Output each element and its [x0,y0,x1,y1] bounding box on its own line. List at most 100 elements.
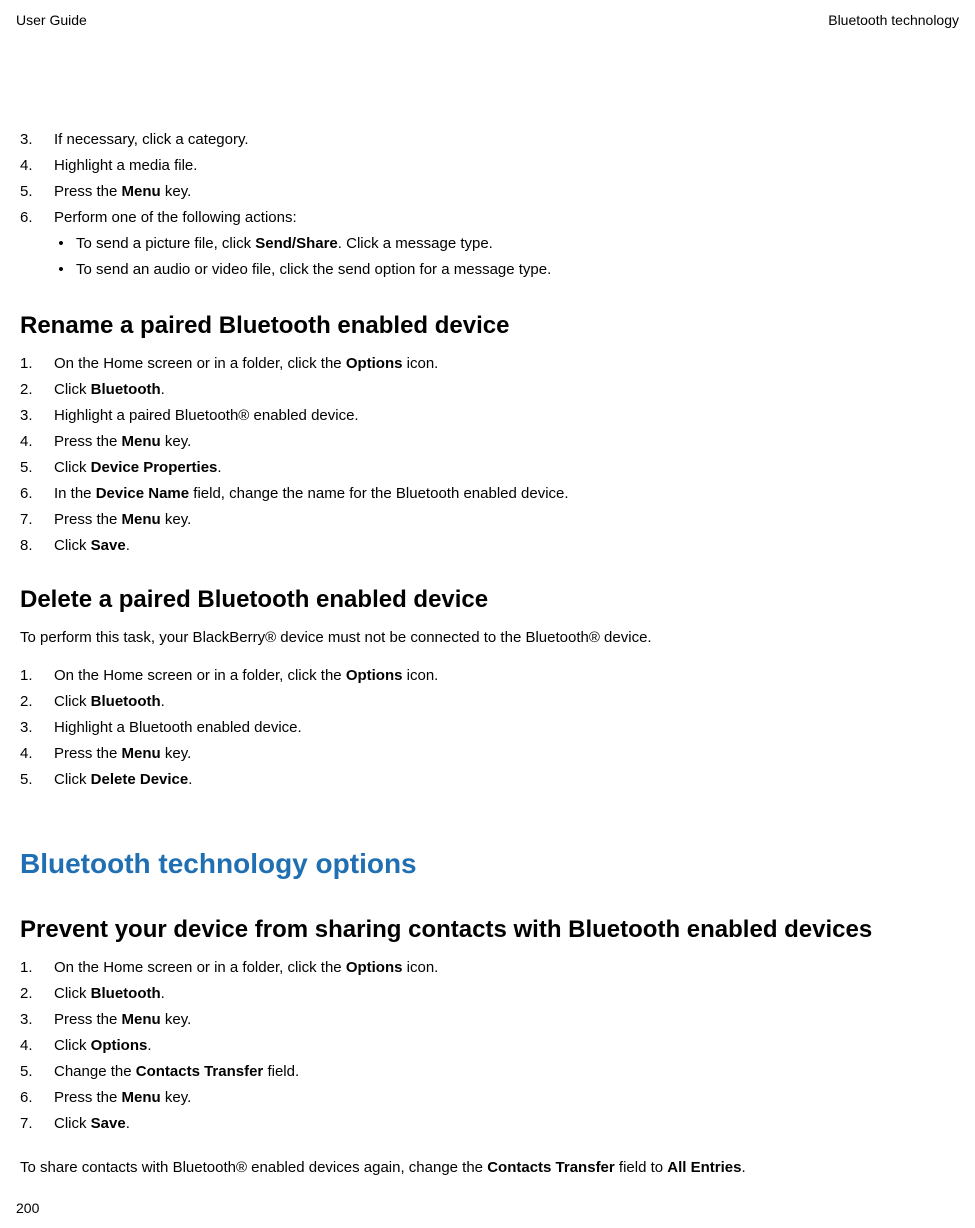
list-item-content: Highlight a media file. [42,154,955,178]
bold-term: Menu [122,1011,161,1028]
bold-term: All Entries [667,1159,741,1176]
list-item: 7.Click Save. [20,1112,955,1136]
header-right: Bluetooth technology [828,12,959,28]
text-run: key. [161,433,192,450]
section1-heading: Rename a paired Bluetooth enabled device [20,312,955,340]
list-item-text: Click Options. [54,1034,955,1058]
text-run: Press the [54,1089,122,1106]
text-run: Highlight a paired Bluetooth® enabled de… [54,407,359,424]
bold-term: Bluetooth [91,693,161,710]
list-item: 2. Click Bluetooth. [20,982,955,1006]
page-number: 200 [16,1200,39,1216]
list-item: 4.Click Options. [20,1034,955,1058]
list-item: 3. Highlight a paired Bluetooth® enabled … [20,404,955,428]
list-item: 4.Press the Menu key. [20,430,955,454]
list-number: 1. [20,664,42,688]
section2-heading: Delete a paired Bluetooth enabled device [20,586,955,614]
text-run: Click [54,771,91,788]
section3-outro: To share contacts with Bluetooth® enable… [20,1156,955,1180]
text-run: . [161,381,165,398]
list-item: 6.In the Device Name field, change the n… [20,482,955,506]
list-number: 5. [20,180,42,204]
bold-term: Device Name [96,485,189,502]
header-left: User Guide [16,12,87,28]
text-run: icon. [402,355,438,372]
list-number: 2. [20,378,42,402]
bold-term: Menu [122,183,161,200]
list-item-content: On the Home screen or in a folder, click… [42,956,955,980]
bold-term: Menu [122,511,161,528]
text-run: To send an audio or video file, click th… [76,261,551,278]
list-number: 3. [20,716,42,740]
list-item: 5.Click Device Properties. [20,456,955,480]
list-item-content: Press the Menu key. [42,508,955,532]
bullet-text: To send an audio or video file, click th… [68,258,551,282]
text-run: . [188,771,192,788]
bold-term: Options [91,1037,148,1054]
text-run: Highlight a Bluetooth enabled device. [54,719,302,736]
bullet-item: • To send a picture file, click Send/Shar… [54,232,955,256]
list-item-content: Press the Menu key. [42,180,955,204]
list-item-text: Click Device Properties. [54,456,955,480]
bold-term: Send/Share [255,235,338,252]
list-item-text: Press the Menu key. [54,508,955,532]
list-item: 1. On the Home screen or in a folder, cli… [20,956,955,980]
text-run: On the Home screen or in a folder, click… [54,667,346,684]
text-run: In the [54,485,96,502]
list-item-content: If necessary, click a category. [42,128,955,152]
bold-term: Save [91,537,126,554]
list-number: 4. [20,154,42,178]
list-item-content: Click Bluetooth. [42,982,955,1006]
list-number: 3. [20,1008,42,1032]
list-number: 1. [20,956,42,980]
list-number: 1. [20,352,42,376]
bullet-item: • To send an audio or video file, click t… [54,258,955,282]
text-run: On the Home screen or in a folder, click… [54,355,346,372]
major-section-title: Bluetooth technology options [20,848,955,880]
bold-term: Menu [122,745,161,762]
list-number: 2. [20,690,42,714]
text-run: Click [54,693,91,710]
list-item-text: Click Save. [54,1112,955,1136]
text-run: To share contacts with Bluetooth® enable… [20,1159,487,1176]
list-item-text: Highlight a Bluetooth enabled device. [54,716,955,740]
bold-term: Contacts Transfer [487,1159,615,1176]
text-run: Click [54,985,91,1002]
text-run: To send a picture file, click [76,235,255,252]
list-item: 5.Click Delete Device. [20,768,955,792]
text-run: icon. [402,959,438,976]
text-run: On the Home screen or in a folder, click… [54,959,346,976]
page-header: User Guide Bluetooth technology [16,12,959,28]
list-number: 2. [20,982,42,1006]
bullet-icon: • [54,232,68,256]
list-number: 4. [20,742,42,766]
list-item-text: Perform one of the following actions: [54,206,955,230]
text-run: Click [54,459,91,476]
bold-term: Options [346,355,403,372]
list-item-content: Press the Menu key. [42,1008,955,1032]
list-item-content: Press the Menu key. [42,742,955,766]
list-number: 3. [20,128,42,152]
bullet-icon: • [54,258,68,282]
list-item-text: Click Bluetooth. [54,982,955,1006]
list-item-content: Click Options. [42,1034,955,1058]
list-number: 8. [20,534,42,558]
bold-term: Menu [122,433,161,450]
list-number: 3. [20,404,42,428]
list-item-text: Click Bluetooth. [54,690,955,714]
list-item-content: On the Home screen or in a folder, click… [42,664,955,688]
list-item-content: Perform one of the following actions:•To… [42,206,955,284]
list-item-text: Click Save. [54,534,955,558]
list-item-content: Press the Menu key. [42,1086,955,1110]
list-item-text: Press the Menu key. [54,1008,955,1032]
bold-term: Menu [122,1089,161,1106]
text-run: key. [161,745,192,762]
list-item: 4.Highlight a media file. [20,154,955,178]
list-item-content: Click Delete Device. [42,768,955,792]
list-item-text: Click Bluetooth. [54,378,955,402]
text-run: Press the [54,183,122,200]
list-item-content: Change the Contacts Transfer field. [42,1060,955,1084]
list-item-content: Highlight a Bluetooth enabled device. [42,716,955,740]
list-item-text: Press the Menu key. [54,430,955,454]
list-item-text: Highlight a paired Bluetooth® enabled de… [54,404,955,428]
